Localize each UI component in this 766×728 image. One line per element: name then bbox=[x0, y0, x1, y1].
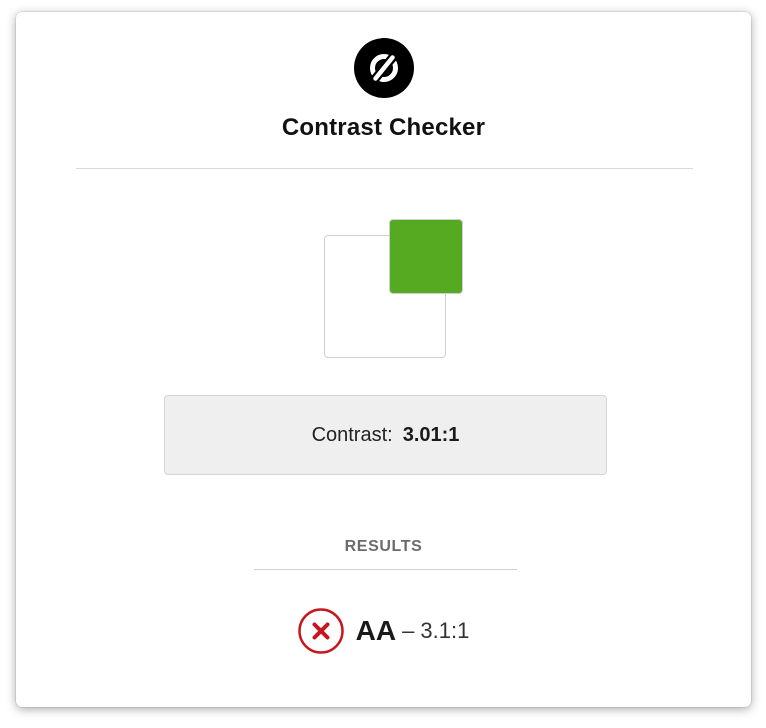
result-required-ratio: 3.1:1 bbox=[420, 618, 470, 643]
page-title: Contrast Checker bbox=[281, 114, 486, 141]
results-divider bbox=[254, 569, 517, 570]
fail-x-icon bbox=[297, 608, 344, 654]
result-level: AA bbox=[355, 615, 397, 646]
logo-icon bbox=[354, 38, 414, 98]
contrast-value: 3.01:1 bbox=[402, 423, 460, 446]
result-separator: – bbox=[402, 618, 415, 643]
contrast-ratio-box: Contrast: 3.01:1 bbox=[164, 395, 607, 475]
foreground-color-swatch[interactable] bbox=[389, 219, 463, 294]
result-row-aa: AA – 3.1:1 bbox=[16, 606, 751, 656]
results-heading: RESULTS bbox=[344, 538, 423, 555]
contrast-label: Contrast: bbox=[311, 423, 393, 446]
page: Contrast Checker Contrast: 3.01:1 RESULT… bbox=[0, 0, 766, 728]
header-divider bbox=[76, 168, 693, 169]
contrast-checker-card: Contrast Checker Contrast: 3.01:1 RESULT… bbox=[16, 12, 751, 707]
